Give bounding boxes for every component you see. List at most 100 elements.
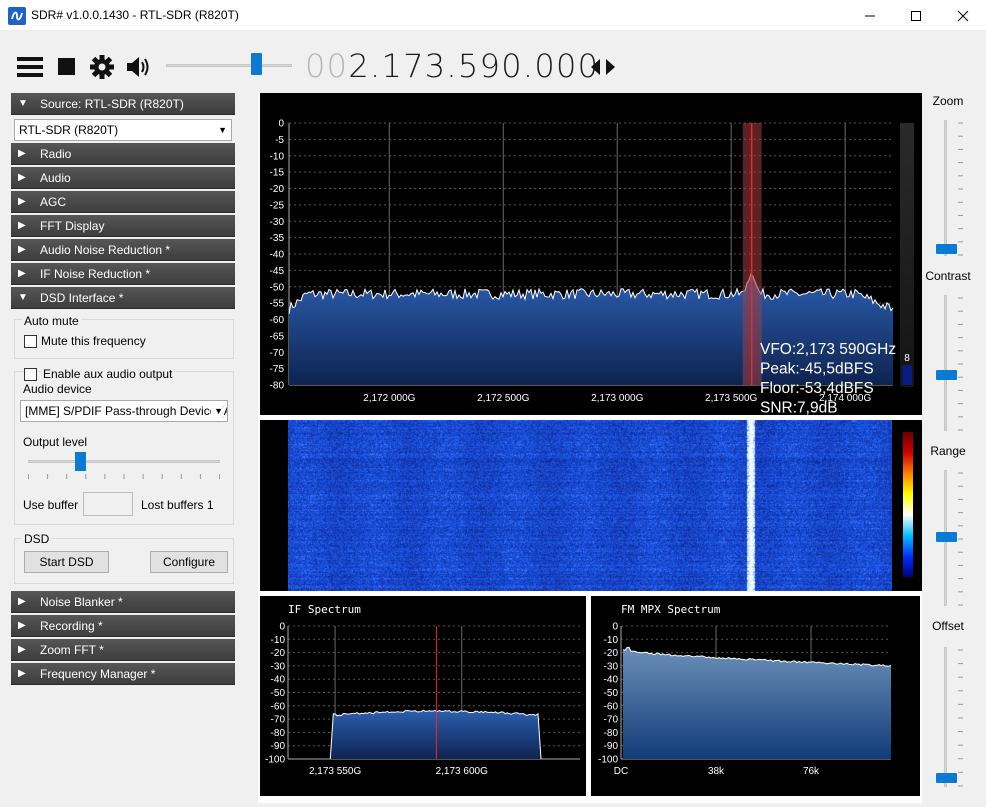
expand-arrow-icon: ▶ <box>18 196 26 207</box>
if-spectrum-fill <box>330 710 541 759</box>
source-select[interactable]: RTL-SDR (R820T) ▼ <box>14 119 232 141</box>
y-tick-label: -35 <box>270 233 285 244</box>
panel-header-fft-display[interactable]: ▶ FFT Display <box>11 215 235 237</box>
x-tick-label: 2,173 600G <box>436 766 488 777</box>
y-tick-label: -30 <box>270 217 285 228</box>
y-tick-label: -60 <box>271 701 286 712</box>
y-tick-label: -15 <box>270 168 285 179</box>
offset-slider-track[interactable] <box>944 647 947 787</box>
close-button[interactable] <box>940 0 986 31</box>
app-icon <box>8 7 26 25</box>
y-tick-label: -70 <box>604 715 619 726</box>
zoom-slider-track[interactable] <box>944 120 947 256</box>
volume-track[interactable] <box>166 64 292 67</box>
y-tick-label: -60 <box>604 701 619 712</box>
fm-mpx-spectrum-panel[interactable]: FM MPX Spectrum 0 -10 -20 -30 -40 -50 -60 -70 -8… <box>591 596 920 796</box>
panel-header-frequency-manager[interactable]: ▶ Frequency Manager * <box>11 663 235 685</box>
frequency-step-arrows-icon[interactable] <box>590 58 616 76</box>
range-slider-thumb[interactable] <box>936 532 957 542</box>
x-tick-label: 2,173 550G <box>309 766 361 777</box>
y-tick-label: -50 <box>604 688 619 699</box>
title-bar: SDR# v1.0.0.1430 - RTL-SDR (R820T) <box>0 0 986 31</box>
y-tick-label: -90 <box>271 741 286 752</box>
sidebar: ▼ Source: RTL-SDR (R820T) RTL-SDR (R820T)… <box>0 93 250 807</box>
x-tick-label: 2,173 000G <box>591 393 643 404</box>
x-tick-label: DC <box>614 766 628 777</box>
y-tick-label: -45 <box>270 266 285 277</box>
panel-header-audio[interactable]: ▶ Audio <box>11 167 235 189</box>
output-level-track[interactable] <box>28 460 220 463</box>
menu-icon[interactable] <box>16 53 44 81</box>
contrast-slider-thumb[interactable] <box>936 370 957 380</box>
signal-info-line: SNR:7,9dB <box>760 400 838 416</box>
configure-button[interactable]: Configure <box>150 551 228 573</box>
signal-info-line: Peak:-45,5dBFS <box>760 361 874 378</box>
y-tick-label: -80 <box>270 381 285 392</box>
expand-arrow-icon: ▶ <box>18 596 26 607</box>
dsd-legend: DSD <box>22 532 52 546</box>
expand-arrow-icon: ▶ <box>18 644 26 655</box>
use-buffer-input[interactable] <box>83 492 133 516</box>
output-level-slider-thumb[interactable] <box>74 452 86 471</box>
close-icon <box>957 10 969 21</box>
aux-audio-checkbox[interactable] <box>24 368 37 381</box>
panel-header-zoom-fft[interactable]: ▶ Zoom FFT * <box>11 639 235 661</box>
panel-header-label: IF Noise Reduction * <box>40 267 151 281</box>
contrast-slider-track[interactable] <box>944 295 947 431</box>
waterfall-panel[interactable] <box>260 420 922 591</box>
expand-arrow-icon: ▶ <box>18 620 26 631</box>
panel-header-if-noise-reduction[interactable]: ▶ IF Noise Reduction * <box>11 263 235 285</box>
if-spectrum-title: IF Spectrum <box>288 603 361 616</box>
y-tick-label: -70 <box>270 348 285 359</box>
mute-frequency-checkbox[interactable] <box>24 335 37 348</box>
y-tick-label: -65 <box>270 331 285 342</box>
panel-header-label: Recording * <box>40 619 103 633</box>
volume-slider-thumb[interactable] <box>251 53 262 75</box>
y-tick-label: -5 <box>275 135 284 146</box>
panel-header-agc[interactable]: ▶ AGC <box>11 191 235 213</box>
lost-buffers-label: Lost buffers 1 <box>141 498 214 512</box>
y-tick-label: -80 <box>271 728 286 739</box>
speaker-icon[interactable] <box>124 53 152 81</box>
frequency-leading-zeros: 00 <box>305 47 349 85</box>
stop-icon[interactable] <box>53 53 81 81</box>
y-tick-label: -10 <box>270 151 285 162</box>
output-level-label: Output level <box>23 435 88 449</box>
y-tick-label: -90 <box>604 741 619 752</box>
frequency-display[interactable]: 002.173.590.000 <box>305 47 599 85</box>
y-tick-label: -40 <box>271 675 286 686</box>
maximize-button[interactable] <box>893 0 939 31</box>
minimize-button[interactable] <box>847 0 893 31</box>
offset-slider-thumb[interactable] <box>936 773 957 783</box>
panel-header-dsd-interface[interactable]: ▼ DSD Interface * <box>11 287 235 309</box>
right-controls: Zoom Contrast Range Offset <box>922 93 986 807</box>
panel-header-audio-noise-reduction[interactable]: ▶ Audio Noise Reduction * <box>11 239 235 261</box>
panel-header-label: AGC <box>40 195 67 209</box>
level-meter-value: 8 <box>904 353 910 364</box>
signal-info-line: VFO:2,173 590GHz <box>760 341 896 358</box>
y-tick-label: 0 <box>279 622 285 633</box>
if-spectrum-panel[interactable]: IF Spectrum 0 -10 -20 -30 -40 -50 -60 -70 -80 -90… <box>260 596 586 796</box>
panel-header-radio[interactable]: ▶ Radio <box>11 143 235 165</box>
panel-header-label: Zoom FFT * <box>40 643 104 657</box>
y-tick-label: -50 <box>270 282 285 293</box>
panel-header-label: Audio <box>40 171 71 185</box>
panel-header-noise-blanker[interactable]: ▶ Noise Blanker * <box>11 591 235 613</box>
audio-device-select[interactable]: [MME] S/PDIF Pass-through Device (A ▼ <box>20 400 228 422</box>
slider-tick-marks <box>958 122 963 787</box>
panel-header-recording[interactable]: ▶ Recording * <box>11 615 235 637</box>
start-dsd-button[interactable]: Start DSD <box>24 551 109 573</box>
main-spectrum-panel[interactable]: 0 -5 -10 -15 -20 -25 -30 -35 -40 -45 -50 -55 -60 -65 -… <box>260 93 922 415</box>
gear-icon[interactable] <box>88 53 116 81</box>
zoom-slider-thumb[interactable] <box>936 244 957 254</box>
auto-mute-legend: Auto mute <box>22 314 81 328</box>
y-tick-label: -25 <box>270 200 285 211</box>
range-label: Range <box>930 444 966 458</box>
panel-header-label: Noise Blanker * <box>40 595 123 609</box>
fm-mpx-spectrum-title: FM MPX Spectrum <box>621 603 721 616</box>
expand-arrow-icon: ▶ <box>18 172 26 183</box>
maximize-icon <box>911 10 921 21</box>
panel-header-label: Radio <box>40 147 72 161</box>
output-level-ticks <box>28 474 220 479</box>
panel-header-source[interactable]: ▼ Source: RTL-SDR (R820T) <box>11 93 235 115</box>
